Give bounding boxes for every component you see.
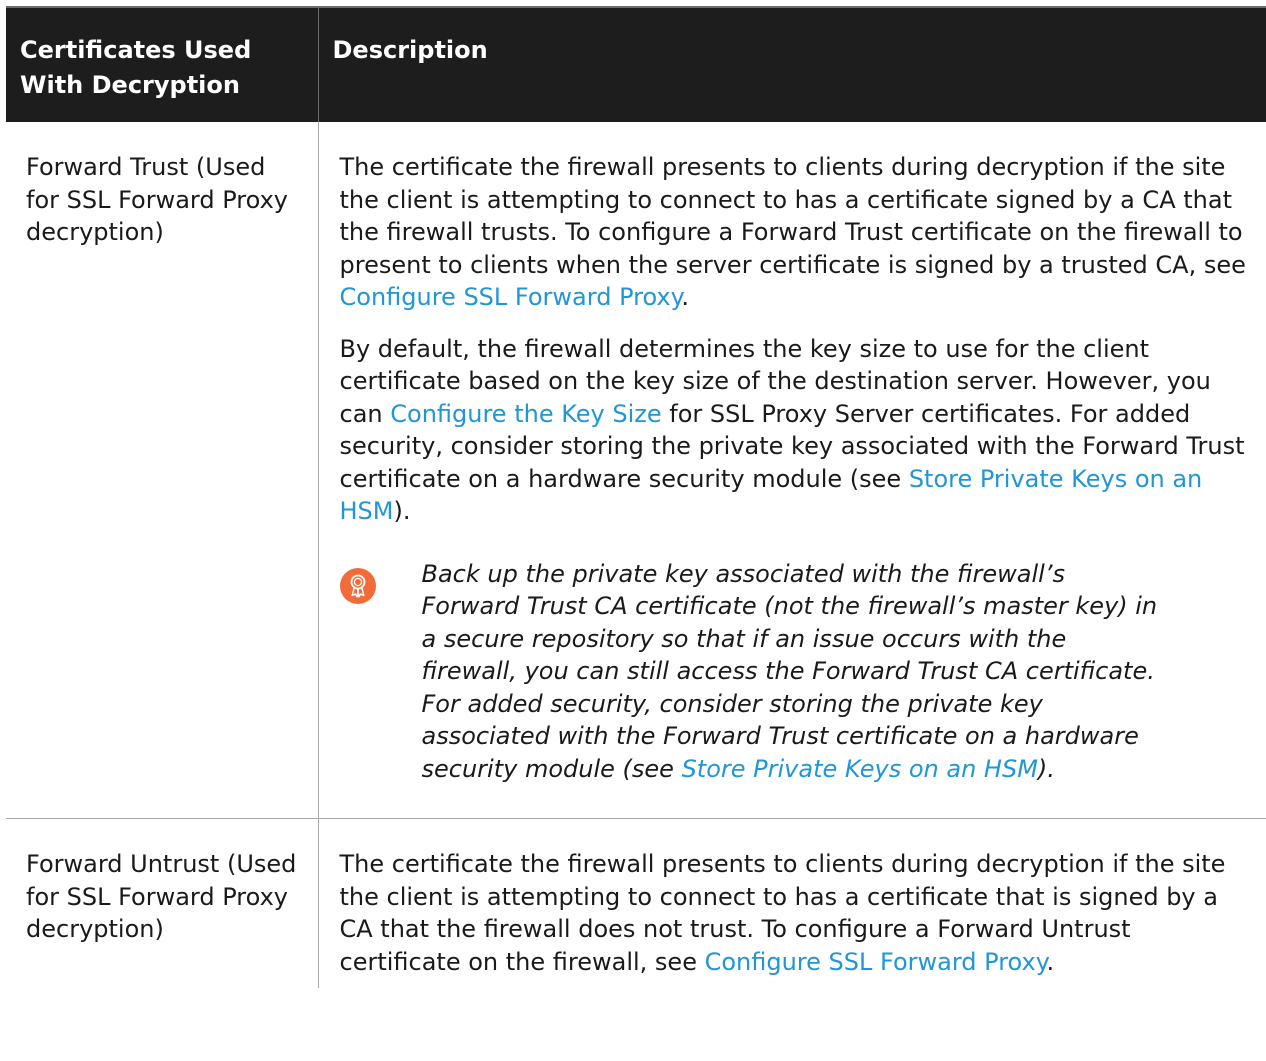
certificate-name: Forward Untrust (Used for SSL Forward Pr… xyxy=(26,850,297,943)
description-paragraph: The certificate the firewall presents to… xyxy=(340,151,1259,314)
configure-key-size-link[interactable]: Configure the Key Size xyxy=(390,400,661,428)
header-row: Certificates Used With Decryption Descri… xyxy=(6,6,1266,122)
note-text-part: Back up the private key associated with … xyxy=(421,559,1158,783)
note-text: Back up the private key associated with … xyxy=(422,558,1259,786)
store-private-keys-hsm-link[interactable]: Store Private Keys on an HSM xyxy=(682,755,1038,783)
table-header: Certificates Used With Decryption Descri… xyxy=(6,6,1266,122)
table-row-forward-trust: Forward Trust (Used for SSL Forward Prox… xyxy=(6,122,1266,819)
configure-ssl-forward-proxy-link[interactable]: Configure SSL Forward Proxy xyxy=(340,283,682,311)
description-paragraph: The certificate the firewall presents to… xyxy=(340,848,1259,978)
note-text-part: ). xyxy=(1037,754,1055,783)
paragraph-text: The certificate the firewall presents to… xyxy=(339,153,1246,279)
column-header-certificates: Certificates Used With Decryption xyxy=(6,6,319,122)
certificates-table: Certificates Used With Decryption Descri… xyxy=(6,6,1266,988)
certificate-name-cell: Forward Trust (Used for SSL Forward Prox… xyxy=(6,122,319,819)
description-paragraph: By default, the firewall determines the … xyxy=(340,333,1259,528)
certificate-name-cell: Forward Untrust (Used for SSL Forward Pr… xyxy=(6,818,319,988)
table-row-forward-untrust: Forward Untrust (Used for SSL Forward Pr… xyxy=(6,818,1266,989)
best-practice-ribbon-icon xyxy=(339,567,376,604)
paragraph-text: . xyxy=(681,283,690,311)
table-body: Forward Trust (Used for SSL Forward Prox… xyxy=(6,122,1266,988)
configure-ssl-forward-proxy-link[interactable]: Configure SSL Forward Proxy xyxy=(705,948,1047,976)
paragraph-text: ). xyxy=(393,497,411,525)
column-header-description: Description xyxy=(318,6,1266,122)
description-cell: The certificate the firewall presents to… xyxy=(318,122,1266,819)
certificate-name: Forward Trust (Used for SSL Forward Prox… xyxy=(26,153,288,246)
best-practice-note: Back up the private key associated with … xyxy=(339,558,1259,786)
description-cell: The certificate the firewall presents to… xyxy=(318,819,1266,989)
paragraph-text: . xyxy=(1046,947,1055,976)
